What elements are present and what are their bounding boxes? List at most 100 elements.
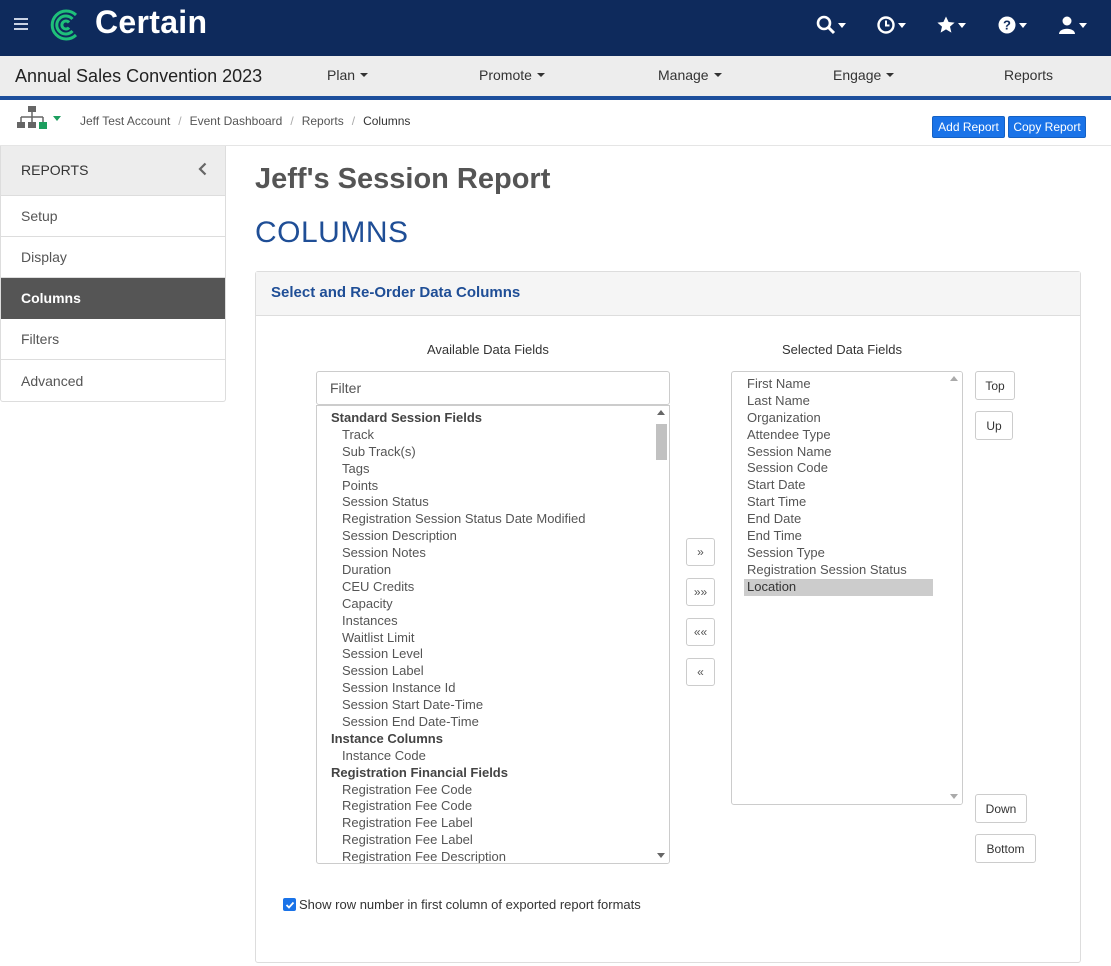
list-item[interactable]: Registration Fee Code: [331, 798, 586, 815]
breadcrumb: Jeff Test Account / Event Dashboard / Re…: [80, 114, 410, 128]
list-item[interactable]: Registration Fee Description: [331, 849, 586, 863]
chevron-down-icon: [536, 73, 545, 77]
field-group-header: Registration Financial Fields: [331, 764, 508, 780]
sidebar-item-advanced[interactable]: Advanced: [1, 360, 225, 401]
list-item[interactable]: Capacity: [331, 596, 586, 613]
available-fields-rows: Standard Session Fields Track Sub Track(s)…: [331, 410, 586, 863]
breadcrumb-account[interactable]: Jeff Test Account: [80, 114, 170, 128]
nav-plan[interactable]: Plan: [327, 67, 369, 83]
nav-promote[interactable]: Promote: [479, 67, 545, 83]
move-bottom-button[interactable]: Bottom: [975, 834, 1036, 863]
list-item[interactable]: Registration Fee Label: [331, 815, 586, 832]
list-item[interactable]: Session Level: [331, 646, 586, 663]
scrollbar[interactable]: [653, 406, 669, 863]
move-top-button[interactable]: Top: [975, 371, 1015, 400]
chevron-down-icon[interactable]: [53, 116, 61, 121]
user-icon[interactable]: [1057, 12, 1097, 38]
nav-engage[interactable]: Engage: [833, 67, 895, 83]
move-up-button[interactable]: Up: [975, 411, 1013, 440]
certain-logo-icon: [50, 9, 78, 41]
hamburger-menu-icon[interactable]: [14, 18, 28, 30]
nav-reports[interactable]: Reports: [1004, 67, 1053, 83]
history-icon[interactable]: [876, 12, 916, 38]
chevron-down-icon: [713, 73, 722, 77]
add-report-button[interactable]: Add Report: [932, 116, 1005, 138]
list-item[interactable]: Points: [331, 478, 586, 495]
list-item[interactable]: CEU Credits: [331, 579, 586, 596]
scroll-up-icon[interactable]: [950, 376, 958, 381]
list-item[interactable]: Session End Date-Time: [331, 714, 586, 731]
list-item[interactable]: Session Description: [331, 528, 586, 545]
list-item[interactable]: Session Status: [331, 494, 586, 511]
chevron-left-icon[interactable]: [198, 162, 207, 176]
nav-reports-label: Reports: [1004, 67, 1054, 83]
add-field-button[interactable]: »: [686, 538, 715, 566]
list-item[interactable]: Registration Session Status Date Modifie…: [331, 511, 586, 528]
scroll-down-icon[interactable]: [950, 794, 958, 799]
list-item[interactable]: Start Date: [744, 477, 933, 494]
remove-all-fields-button[interactable]: ««: [686, 618, 715, 646]
available-fields-list[interactable]: Standard Session Fields Track Sub Track(s)…: [316, 405, 670, 864]
list-item[interactable]: Session Notes: [331, 545, 586, 562]
panel-title: Select and Re-Order Data Columns: [271, 284, 521, 301]
list-item[interactable]: End Time: [744, 528, 933, 545]
available-fields-label: Available Data Fields: [427, 342, 549, 357]
help-icon[interactable]: ?: [997, 12, 1037, 38]
list-item[interactable]: First Name: [744, 376, 933, 393]
move-down-button[interactable]: Down: [975, 794, 1027, 823]
star-icon[interactable]: [936, 12, 976, 38]
app-logo-text[interactable]: Certain: [95, 4, 207, 41]
scroll-up-icon[interactable]: [657, 410, 665, 415]
list-item[interactable]: Start Time: [744, 494, 933, 511]
list-item[interactable]: Location: [744, 578, 933, 596]
filter-input[interactable]: [316, 371, 670, 405]
list-item[interactable]: Session Instance Id: [331, 680, 586, 697]
scrollbar-thumb[interactable]: [656, 424, 667, 460]
list-item[interactable]: End Date: [744, 511, 933, 528]
list-item[interactable]: Session Name: [744, 444, 933, 461]
panel-header: Select and Re-Order Data Columns: [256, 272, 1080, 316]
show-row-number-label[interactable]: Show row number in first column of expor…: [299, 897, 641, 912]
sidebar-item-setup[interactable]: Setup: [1, 196, 225, 237]
list-item[interactable]: Session Type: [744, 545, 933, 562]
breadcrumb-reports[interactable]: Reports: [302, 114, 344, 128]
breadcrumb-dashboard[interactable]: Event Dashboard: [190, 114, 283, 128]
selected-fields-list[interactable]: First Name Last Name Organization Attendee …: [731, 371, 963, 805]
list-item[interactable]: Session Label: [331, 663, 586, 680]
list-item[interactable]: Track: [331, 427, 586, 444]
selected-fields-label: Selected Data Fields: [782, 342, 902, 357]
list-item[interactable]: Registration Fee Code: [331, 782, 586, 799]
remove-field-button[interactable]: «: [686, 658, 715, 686]
sitemap-icon[interactable]: [17, 106, 47, 132]
show-row-number-checkbox[interactable]: [283, 898, 296, 911]
sidebar-item-filters[interactable]: Filters: [1, 319, 225, 360]
checkmark-icon: [285, 901, 294, 909]
sidebar-item-columns[interactable]: Columns: [1, 278, 225, 319]
selected-fields-rows: First Name Last Name Organization Attendee …: [744, 376, 933, 596]
copy-report-button[interactable]: Copy Report: [1008, 116, 1086, 138]
list-item[interactable]: Session Start Date-Time: [331, 697, 586, 714]
breadcrumb-separator: /: [351, 114, 356, 128]
list-item[interactable]: Instance Code: [331, 748, 586, 765]
scroll-down-icon[interactable]: [657, 853, 665, 858]
list-item[interactable]: Attendee Type: [744, 427, 933, 444]
list-item[interactable]: Instances: [331, 613, 586, 630]
list-item[interactable]: Registration Session Status: [744, 562, 933, 579]
search-icon[interactable]: [816, 12, 856, 38]
list-item[interactable]: Tags: [331, 461, 586, 478]
report-title: Jeff's Session Report: [255, 163, 551, 195]
list-item[interactable]: Duration: [331, 562, 586, 579]
sidebar-header: REPORTS: [1, 146, 225, 196]
scrollbar[interactable]: [946, 372, 962, 804]
add-all-fields-button[interactable]: »»: [686, 578, 715, 606]
list-item[interactable]: Sub Track(s): [331, 444, 586, 461]
list-item[interactable]: Session Code: [744, 460, 933, 477]
list-item[interactable]: Organization: [744, 410, 933, 427]
nav-manage[interactable]: Manage: [658, 67, 722, 83]
event-title: Annual Sales Convention 2023: [15, 66, 263, 86]
list-item[interactable]: Waitlist Limit: [331, 630, 586, 647]
list-item[interactable]: Last Name: [744, 393, 933, 410]
sidebar-item-display[interactable]: Display: [1, 237, 225, 278]
list-item[interactable]: Registration Fee Label: [331, 832, 586, 849]
svg-text:?: ?: [1003, 18, 1011, 33]
